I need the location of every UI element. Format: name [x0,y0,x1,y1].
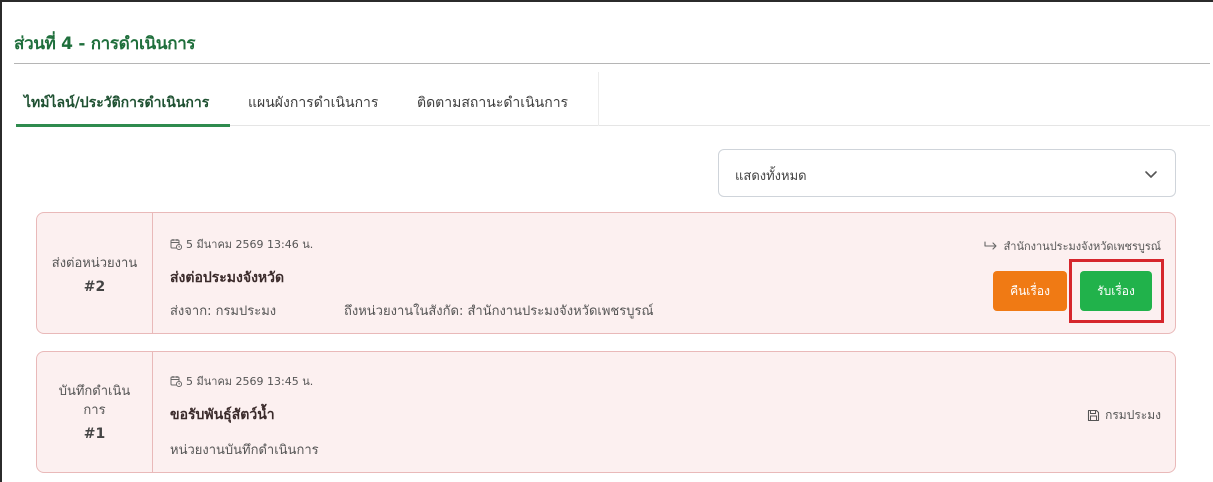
card-type-label: บันทึกดำเนินการ [58,384,131,418]
timeline-card-record: บันทึกดำเนินการ #1 5 มีนาคม 2569 13:45 น… [36,351,1176,473]
card-date-text: 5 มีนาคม 2569 13:45 น. [186,375,314,388]
tab-bar: ไทม์ไลน์/ประวัติการดำเนินการ แผนผังการดำ… [16,64,1210,127]
card-date: 5 มีนาคม 2569 13:46 น. [170,235,313,253]
tab-status-tracking[interactable]: ติดตามสถานะดำเนินการ [417,92,568,114]
card-date: 5 มีนาคม 2569 13:45 น. [170,372,313,390]
card-description: หน่วยงานบันทึกดำเนินการ [170,443,319,458]
card-recorder: กรมประมง [1087,406,1161,425]
active-tab-indicator [16,124,230,127]
card-title: ส่งต่อประมงจังหวัด [170,270,285,286]
chevron-down-icon [1145,171,1157,178]
timeline-filter-select[interactable]: แสดงทั้งหมด [718,149,1176,197]
card-to: ถึงหน่วยงานในสังกัด: สำนักงานประมงจังหวั… [344,304,654,319]
card-type-label: ส่งต่อหน่วยงาน [51,255,138,271]
tab-workflow-chart[interactable]: แผนผังการดำเนินการ [248,92,378,114]
forward-arrow-icon [984,241,997,250]
calendar-clock-icon [170,239,182,250]
section-title: ส่วนที่ 4 - การดำเนินการ [14,34,196,54]
page-frame: ส่วนที่ 4 - การดำเนินการ ไทม์ไลน์/ประวัต… [0,0,1213,482]
card-from: ส่งจาก: กรมประมง [170,304,277,319]
card-title: ขอรับพันธุ์สัตว์น้ำ [170,407,275,423]
timeline-card-forward: ส่งต่อหน่วยงาน #2 5 มีนาคม 2569 13:46 น.… [36,212,1176,334]
tab-timeline-history[interactable]: ไทม์ไลน์/ประวัติการดำเนินการ [24,92,209,114]
return-case-button[interactable]: คืนเรื่อง [993,271,1067,311]
card-type: บันทึกดำเนินการ #1 [37,352,153,472]
card-destination: สำนักงานประมงจังหวัดเพชรบูรณ์ [984,237,1161,255]
card-number: #1 [83,426,106,442]
calendar-clock-icon [170,376,182,387]
tab-divider [598,72,599,126]
save-icon [1088,409,1100,422]
filter-selected-value: แสดงทั้งหมด [735,169,807,184]
accept-case-button[interactable]: รับเรื่อง [1080,271,1152,311]
card-type: ส่งต่อหน่วยงาน #2 [37,213,153,333]
card-date-text: 5 มีนาคม 2569 13:46 น. [186,238,314,251]
card-number: #2 [83,278,106,295]
card-destination-text: สำนักงานประมงจังหวัดเพชรบูรณ์ [1003,240,1161,253]
card-recorder-text: กรมประมง [1105,408,1161,422]
